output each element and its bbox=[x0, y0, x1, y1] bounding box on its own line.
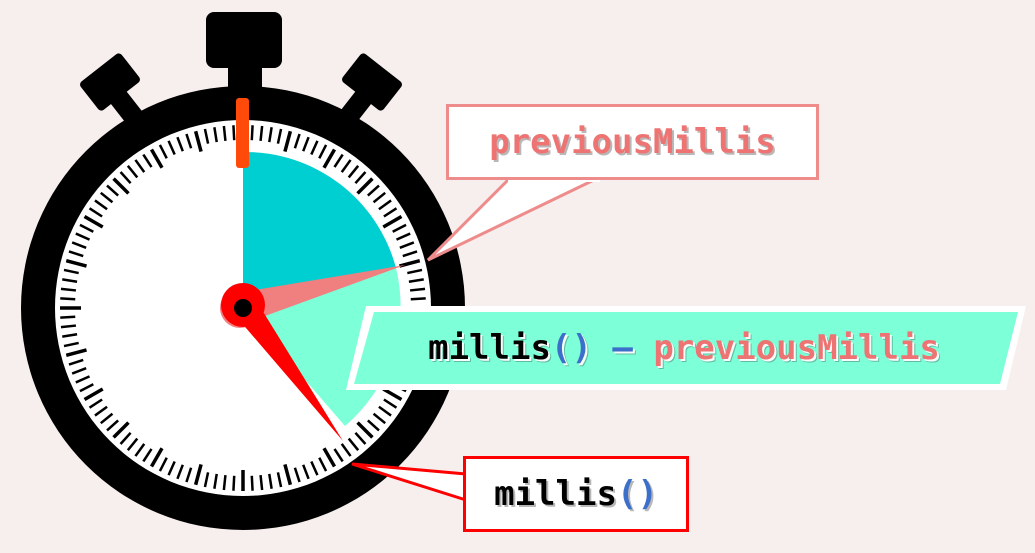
dial-tick bbox=[259, 474, 264, 491]
millis-parens: () bbox=[616, 474, 658, 514]
millis-label: millis bbox=[494, 474, 617, 514]
difference-label: millis() – previousMillis bbox=[352, 314, 1016, 382]
callout-prev-pointer bbox=[426, 176, 599, 262]
dial-tick bbox=[60, 315, 76, 319]
dial-tick bbox=[222, 125, 227, 142]
center-pin bbox=[234, 299, 252, 317]
dial-tick bbox=[222, 474, 227, 491]
dial-tick bbox=[232, 125, 236, 141]
dial-tick bbox=[410, 297, 426, 301]
dial-tick bbox=[259, 125, 264, 142]
minus-operator: – bbox=[612, 328, 633, 368]
callout-previous-millis: previousMillis bbox=[446, 104, 819, 180]
dial-tick bbox=[250, 125, 254, 141]
dial-tick bbox=[250, 475, 254, 491]
start-marker bbox=[236, 98, 249, 168]
dial-tick bbox=[60, 324, 77, 329]
diff-parens: () bbox=[550, 328, 592, 368]
dial-tick bbox=[60, 297, 76, 301]
diff-millis-label: millis bbox=[428, 328, 551, 368]
callout-millis: millis() bbox=[463, 456, 689, 532]
dial-tick bbox=[60, 287, 77, 292]
diff-previous-label: previousMillis bbox=[653, 328, 940, 368]
previous-millis-label: previousMillis bbox=[489, 122, 776, 162]
stopwatch-left-button bbox=[80, 53, 144, 125]
dial-tick bbox=[409, 287, 426, 292]
dial-tick bbox=[232, 475, 236, 491]
